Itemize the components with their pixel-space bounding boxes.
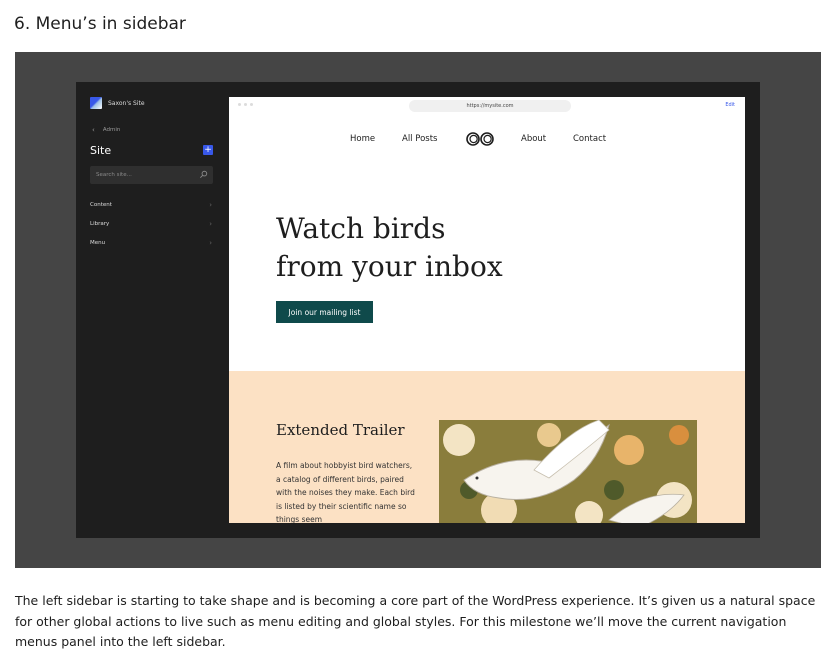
back-label: Admin <box>102 127 121 133</box>
site-logo-icon <box>90 97 102 109</box>
site-name: Saxon's Site <box>108 99 145 107</box>
hero-title-line: Watch birds <box>276 212 446 245</box>
plus-icon: + <box>204 145 212 155</box>
trailer-description: A film about hobbyist bird watchers, a c… <box>276 461 415 523</box>
sidebar-item-menu[interactable]: Menu › <box>90 233 212 252</box>
nav-link-contact[interactable]: Contact <box>573 134 606 144</box>
site-navigation: Home All Posts About Contact <box>229 131 745 147</box>
trailer-title: Extended Trailer <box>276 421 405 439</box>
search-box <box>90 166 213 184</box>
url-bar[interactable]: https://mysite.com <box>409 100 571 112</box>
sidebar-item-label: Library <box>90 220 110 227</box>
chevron-right-icon: › <box>209 238 212 247</box>
trailer-section: Extended Trailer A film about hobbyist b… <box>229 371 745 523</box>
window-dot <box>238 103 241 106</box>
window-dot <box>244 103 247 106</box>
chevron-right-icon: › <box>209 200 212 209</box>
section-heading: 6. Menu’s in sidebar <box>14 14 186 34</box>
nav-link-home[interactable]: Home <box>350 134 375 144</box>
hero-title-line: from your inbox <box>276 250 503 283</box>
back-to-admin-button[interactable]: ‹ Admin <box>92 126 120 134</box>
search-icon[interactable] <box>199 170 208 179</box>
sidebar-item-library[interactable]: Library › <box>90 214 212 233</box>
browser-bar: https://mysite.com Edit <box>229 97 745 115</box>
chevron-left-icon: ‹ <box>92 126 95 134</box>
site-switcher[interactable]: Saxon's Site <box>90 97 145 109</box>
sidebar-item-label: Content <box>90 201 112 208</box>
window-dots <box>238 103 253 106</box>
sidebar-item-content[interactable]: Content › <box>90 195 212 214</box>
nav-link-about[interactable]: About <box>521 134 546 144</box>
edit-link[interactable]: Edit <box>725 102 735 108</box>
chevron-right-icon: › <box>209 219 212 228</box>
window-dot <box>250 103 253 106</box>
site-preview: https://mysite.com Edit Home All Posts A… <box>229 97 745 523</box>
join-mailing-list-button[interactable]: Join our mailing list <box>276 301 373 323</box>
binoculars-logo-icon[interactable] <box>465 131 495 147</box>
editor-app: Saxon's Site ‹ Admin Site + Content › Li… <box>76 82 760 538</box>
sidebar-title: Site <box>90 144 112 157</box>
screenshot-frame: Saxon's Site ‹ Admin Site + Content › Li… <box>15 52 821 568</box>
add-button[interactable]: + <box>203 145 213 155</box>
description-paragraph: The left sidebar is starting to take sha… <box>15 593 816 649</box>
sidebar-item-label: Menu <box>90 239 106 246</box>
nav-link-all-posts[interactable]: All Posts <box>402 134 437 144</box>
search-input[interactable] <box>96 166 196 184</box>
sidebar-nav: Content › Library › Menu › <box>90 195 212 252</box>
hero-title: Watch birds from your inbox <box>276 210 503 286</box>
birds-illustration <box>439 420 697 523</box>
